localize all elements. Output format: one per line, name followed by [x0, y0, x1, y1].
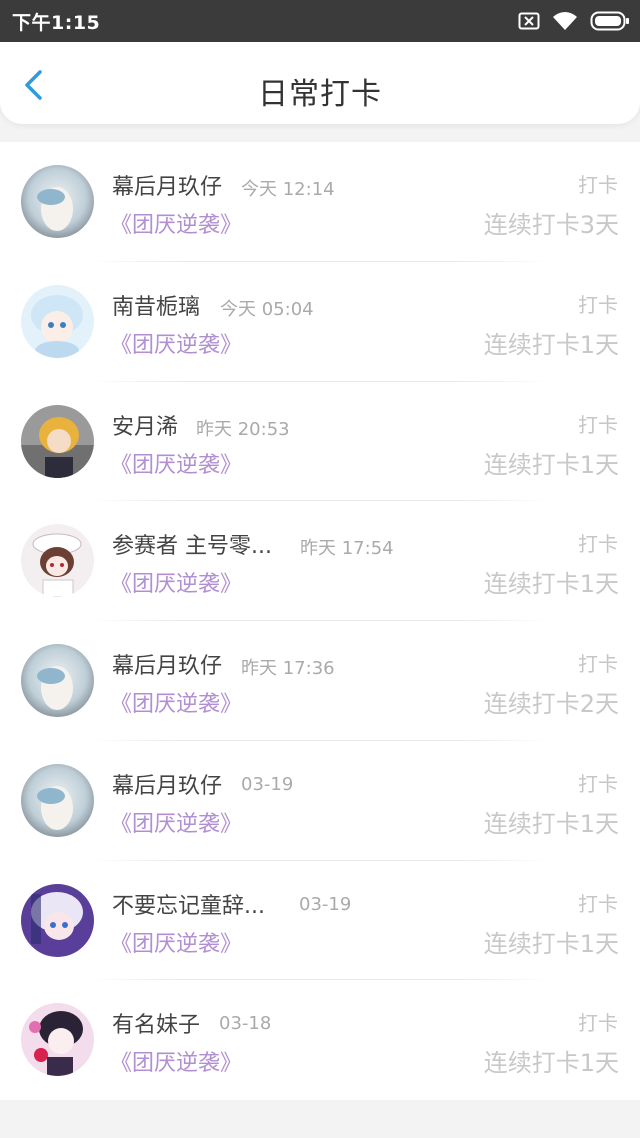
streak-text: 连续打卡1天: [483, 450, 619, 479]
book-title[interactable]: 《团厌逆袭》: [110, 447, 242, 479]
avatar: [21, 883, 94, 957]
book-title[interactable]: 《团厌逆袭》: [110, 207, 242, 239]
avatar-image: [21, 763, 94, 837]
streak-text: 连续打卡1天: [483, 570, 619, 599]
book-title[interactable]: 《团厌逆袭》: [110, 566, 242, 598]
streak-text: 连续打卡3天: [483, 211, 619, 239]
avatar: [21, 763, 94, 837]
checkin-list: 幕后月玖仔 今天 12:14 《团厌逆袭》 打卡 连续打卡3天 南昔栀璃 今天 …: [0, 142, 640, 1100]
battery-icon: [590, 11, 629, 31]
list-item[interactable]: 南昔栀璃 今天 05:04 《团厌逆袭》 打卡 连续打卡1天: [0, 262, 640, 382]
checkin-label[interactable]: 打卡: [578, 888, 618, 917]
checkin-label[interactable]: 打卡: [578, 768, 618, 797]
checkin-label[interactable]: 打卡: [578, 1007, 618, 1036]
checkin-label[interactable]: 打卡: [578, 169, 618, 198]
avatar-image: [21, 404, 94, 478]
checkin-time: 今天 05:04: [220, 298, 314, 320]
checkin-time: 昨天 17:36: [241, 658, 335, 679]
page-title: 日常打卡: [258, 77, 382, 112]
status-time: 下午1:15: [12, 12, 101, 34]
checkin-time: 昨天 20:53: [196, 418, 290, 440]
list-item[interactable]: 幕后月玖仔 昨天 17:36 《团厌逆袭》 打卡 连续打卡2天: [0, 621, 640, 741]
list-item[interactable]: 安月浠 昨天 20:53 《团厌逆袭》 打卡 连续打卡1天: [0, 382, 640, 502]
avatar-image: [21, 284, 94, 358]
avatar: [21, 165, 94, 238]
avatar-image: [21, 1003, 94, 1077]
streak-text: 连续打卡1天: [483, 330, 619, 359]
username[interactable]: 有名妹子: [112, 1007, 200, 1039]
status-bar: 下午1:15: [0, 0, 640, 42]
avatar: [21, 1003, 94, 1077]
streak-text: 连续打卡1天: [483, 809, 619, 838]
book-title[interactable]: 《团厌逆袭》: [110, 686, 242, 718]
checkin-time: 昨天 17:54: [300, 538, 394, 560]
list-item[interactable]: 幕后月玖仔 03-19 《团厌逆袭》 打卡 连续打卡1天: [0, 741, 640, 861]
streak-text: 连续打卡2天: [483, 690, 619, 718]
checkin-label[interactable]: 打卡: [578, 528, 618, 557]
checkin-label[interactable]: 打卡: [578, 648, 618, 677]
username[interactable]: 南昔栀璃: [112, 289, 200, 321]
username[interactable]: 参赛者 主号零...: [112, 528, 272, 560]
book-title[interactable]: 《团厌逆袭》: [110, 1045, 242, 1077]
avatar: [21, 404, 94, 478]
wifi-icon: [553, 12, 577, 30]
avatar: [21, 284, 94, 358]
username[interactable]: 幕后月玖仔: [112, 768, 222, 800]
checkin-time: 03-18: [219, 1013, 272, 1035]
sim-blocked-icon: [518, 12, 540, 30]
streak-text: 连续打卡1天: [483, 929, 619, 958]
avatar-image: [21, 644, 94, 717]
checkin-time: 03-19: [299, 893, 352, 915]
avatar-image: [21, 524, 94, 598]
avatar-image: [21, 165, 94, 238]
book-title[interactable]: 《团厌逆袭》: [110, 926, 242, 958]
book-title[interactable]: 《团厌逆袭》: [110, 806, 242, 838]
checkin-time: 03-19: [241, 773, 294, 795]
avatar: [21, 524, 94, 598]
list-item[interactable]: 有名妹子 03-18 《团厌逆袭》 打卡 连续打卡1天: [0, 980, 640, 1100]
book-title[interactable]: 《团厌逆袭》: [110, 327, 242, 359]
list-item[interactable]: 参赛者 主号零... 昨天 17:54 《团厌逆袭》 打卡 连续打卡1天: [0, 501, 640, 621]
status-icons: [506, 9, 630, 33]
avatar-image: [21, 883, 94, 957]
header: 日常打卡: [0, 42, 640, 124]
username[interactable]: 安月浠: [112, 409, 178, 441]
checkin-label[interactable]: 打卡: [578, 289, 618, 318]
checkin-label[interactable]: 打卡: [578, 409, 618, 438]
streak-text: 连续打卡1天: [483, 1049, 619, 1078]
list-item[interactable]: 不要忘记童辞... 03-19 《团厌逆袭》 打卡 连续打卡1天: [0, 861, 640, 981]
username[interactable]: 幕后月玖仔: [112, 169, 222, 201]
checkin-time: 今天 12:14: [241, 179, 335, 200]
username[interactable]: 幕后月玖仔: [112, 648, 222, 680]
list-item[interactable]: 幕后月玖仔 今天 12:14 《团厌逆袭》 打卡 连续打卡3天: [0, 142, 640, 262]
username[interactable]: 不要忘记童辞...: [112, 888, 265, 920]
avatar: [21, 644, 94, 717]
